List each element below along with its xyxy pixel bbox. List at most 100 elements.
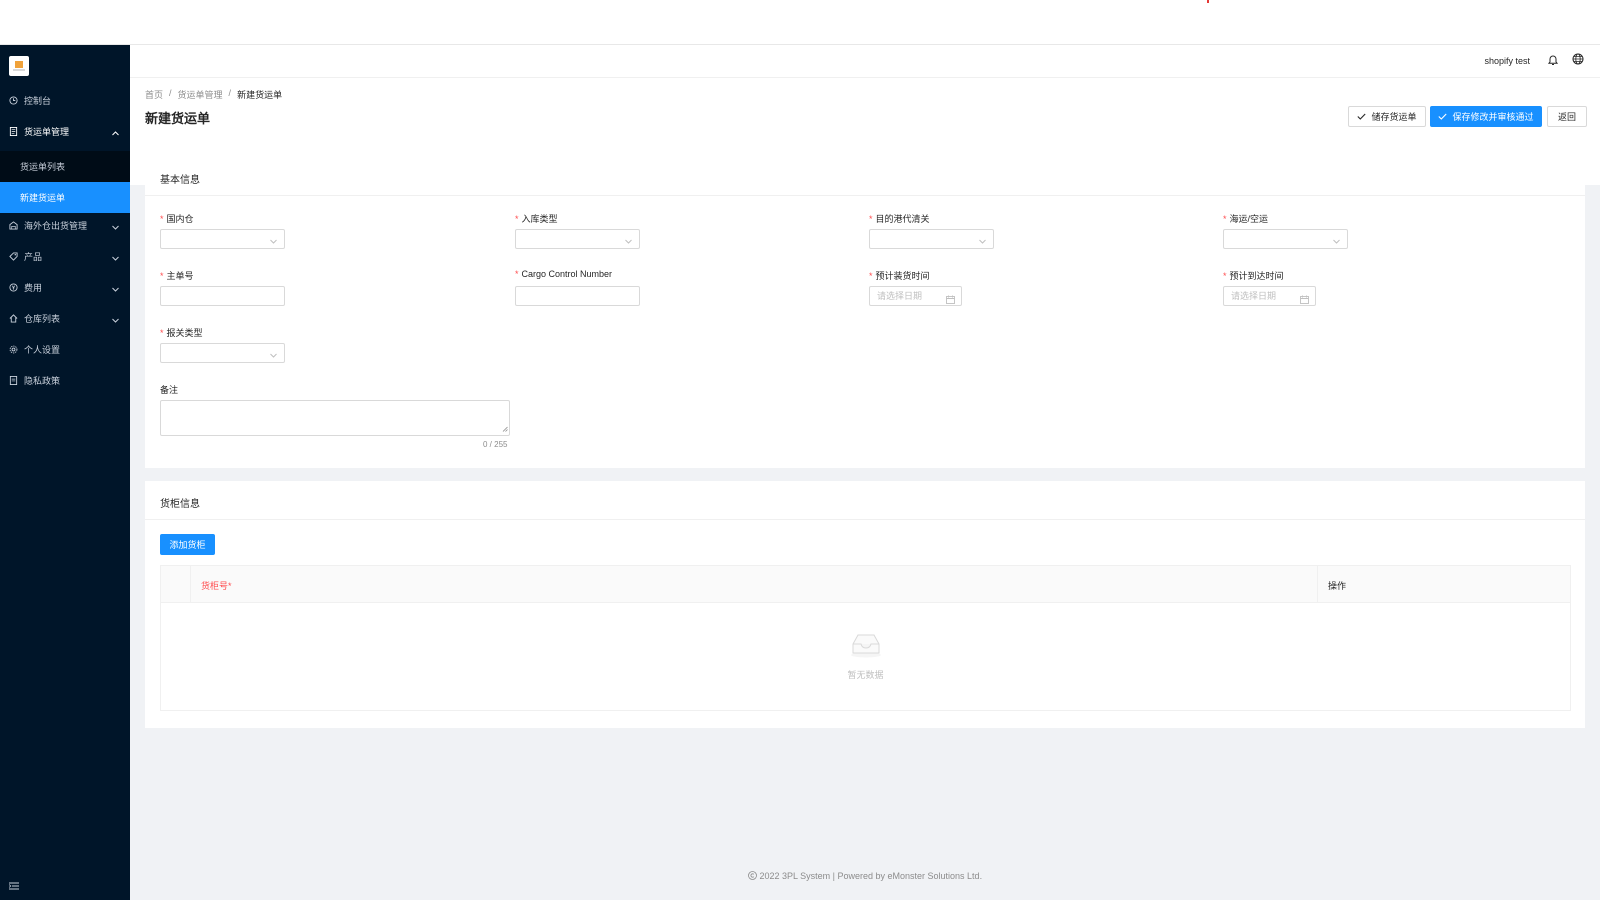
est-loading-label: * 预计装货时间 xyxy=(869,269,930,282)
domestic-warehouse-select[interactable] xyxy=(160,229,285,249)
chevron-down-icon xyxy=(1333,236,1340,246)
sidebar-item-label: 货运单管理 xyxy=(24,126,70,137)
logo-text-bar xyxy=(13,69,25,71)
est-arrival-date-picker[interactable]: 请选择日期 xyxy=(1223,286,1316,306)
chevron-up-icon xyxy=(112,128,119,138)
save-shipment-button[interactable]: 储存货运单 xyxy=(1348,106,1426,127)
column-header-container-no: 货柜号* xyxy=(201,581,232,591)
check-icon xyxy=(1438,112,1448,122)
required-mark: * xyxy=(1223,214,1227,224)
header-bar: shopify test xyxy=(130,45,1600,78)
date-placeholder: 请选择日期 xyxy=(877,291,923,301)
breadcrumb-item-current: 新建货运单 xyxy=(237,90,283,100)
sidebar-subitem-label: 新建货运单 xyxy=(20,193,66,203)
sidebar-item-products[interactable]: 产品 xyxy=(0,241,130,271)
chevron-down-icon xyxy=(112,315,119,325)
resize-handle-icon[interactable] xyxy=(502,424,508,434)
sidebar-item-fees[interactable]: 费用 xyxy=(0,272,130,302)
file-icon xyxy=(9,126,18,136)
chevron-down-icon xyxy=(270,350,277,360)
label-text: 入库类型 xyxy=(521,214,558,224)
tag-icon xyxy=(9,251,18,261)
menu-fold-icon[interactable] xyxy=(8,882,19,890)
sidebar-item-label: 海外仓出货管理 xyxy=(24,220,88,231)
breadcrumb-item-home[interactable]: 首页 xyxy=(145,88,163,101)
sidebar: 控制台 货运单管理 货运单列表 新建货运单 海外仓出货管理 产品 费用 仓库列表… xyxy=(0,45,130,900)
top-band xyxy=(0,0,1600,45)
add-container-button[interactable]: 添加货柜 xyxy=(160,534,215,555)
required-mark: * xyxy=(1223,271,1227,281)
footer: 2022 3PL System | Powered by eMonster So… xyxy=(130,871,1600,881)
sidebar-item-label: 控制台 xyxy=(24,95,52,106)
chevron-down-icon xyxy=(979,236,986,246)
chevron-down-icon xyxy=(112,253,119,263)
calendar-icon xyxy=(946,292,955,310)
required-mark: * xyxy=(515,269,519,279)
chevron-down-icon xyxy=(270,236,277,246)
est-arrival-label: * 预计到达时间 xyxy=(1223,269,1284,282)
label-text: 预计装货时间 xyxy=(875,271,930,281)
sidebar-item-label: 费用 xyxy=(24,282,43,293)
chevron-down-icon xyxy=(112,284,119,294)
user-name[interactable]: shopify test xyxy=(1484,56,1530,66)
label-text: 国内仓 xyxy=(166,214,194,224)
save-and-approve-button[interactable]: 保存修改并审核通过 xyxy=(1430,106,1542,127)
bell-icon[interactable] xyxy=(1547,54,1559,66)
gear-icon xyxy=(9,345,18,354)
breadcrumb-item-shipment-management[interactable]: 货运单管理 xyxy=(178,88,223,101)
card-title: 货柜信息 xyxy=(160,499,200,510)
sidebar-item-privacy-policy[interactable]: 隐私政策 xyxy=(0,365,130,395)
divider xyxy=(145,195,1585,196)
cargo-control-label: * Cargo Control Number xyxy=(515,269,612,279)
character-counter: 0 / 255 xyxy=(483,440,508,449)
sidebar-item-personal-settings[interactable]: 个人设置 xyxy=(0,334,130,364)
sidebar-item-label: 产品 xyxy=(24,251,43,262)
sidebar-item-warehouse-list[interactable]: 仓库列表 xyxy=(0,303,130,333)
column-separator xyxy=(190,566,191,602)
yen-icon xyxy=(9,282,18,292)
destination-clearance-label: * 目的港代清关 xyxy=(869,212,930,225)
sidebar-subitem-shipment-list[interactable]: 货运单列表 xyxy=(0,151,130,182)
required-mark: * xyxy=(869,271,873,281)
domestic-warehouse-label: * 国内仓 xyxy=(160,212,194,225)
cargo-control-input[interactable] xyxy=(515,286,640,306)
sidebar-item-label: 隐私政策 xyxy=(24,375,61,386)
required-mark: * xyxy=(160,271,164,281)
globe-icon[interactable] xyxy=(1572,53,1584,65)
breadcrumb-separator: / xyxy=(169,88,172,98)
master-no-label: * 主单号 xyxy=(160,269,194,282)
est-loading-date-picker[interactable]: 请选择日期 xyxy=(869,286,962,306)
sidebar-item-shipment-management[interactable]: 货运单管理 xyxy=(0,116,130,146)
sidebar-item-dashboard[interactable]: 控制台 xyxy=(0,85,130,115)
column-header-actions: 操作 xyxy=(1328,581,1347,591)
empty-inbox-icon xyxy=(849,632,883,660)
remark-textarea[interactable] xyxy=(160,400,510,436)
main-content: shopify test 首页 / 货运单管理 / 新建货运单 新建货运单 储存… xyxy=(130,45,1600,900)
sidebar-item-label: 仓库列表 xyxy=(24,313,61,324)
column-separator xyxy=(1317,566,1318,602)
button-label: 返回 xyxy=(1557,112,1576,122)
calendar-icon xyxy=(1300,292,1309,310)
sidebar-subitem-new-shipment[interactable]: 新建货运单 xyxy=(0,182,130,213)
master-no-input[interactable] xyxy=(160,286,285,306)
empty-state-text: 暂无数据 xyxy=(847,670,884,680)
basic-info-card: 基本信息 * 国内仓 * 入库类型 * 目的港代清关 * 海运/空运 * 主单号 * Car… xyxy=(145,157,1585,468)
breadcrumb-separator: / xyxy=(228,88,232,98)
back-button[interactable]: 返回 xyxy=(1547,106,1587,127)
inbound-type-select[interactable] xyxy=(515,229,640,249)
label-text: 预计到达时间 xyxy=(1229,271,1284,281)
logo[interactable] xyxy=(9,56,29,76)
sidebar-item-overseas-outbound[interactable]: 海外仓出货管理 xyxy=(0,210,130,240)
label-text: 海运/空运 xyxy=(1229,214,1269,224)
customs-type-label: * 报关类型 xyxy=(160,326,203,339)
customs-type-select[interactable] xyxy=(160,343,285,363)
logo-mark xyxy=(15,61,23,68)
table-header: 货柜号* 操作 xyxy=(161,566,1570,603)
clock-icon xyxy=(9,95,18,105)
container-info-card: 货柜信息 添加货柜 货柜号* 操作 暂无数据 xyxy=(145,481,1585,728)
chevron-down-icon xyxy=(112,222,119,232)
sea-air-select[interactable] xyxy=(1223,229,1348,249)
footer-text: 2022 3PL System | Powered by eMonster So… xyxy=(759,871,983,881)
destination-clearance-select[interactable] xyxy=(869,229,994,249)
required-mark: * xyxy=(160,328,164,338)
